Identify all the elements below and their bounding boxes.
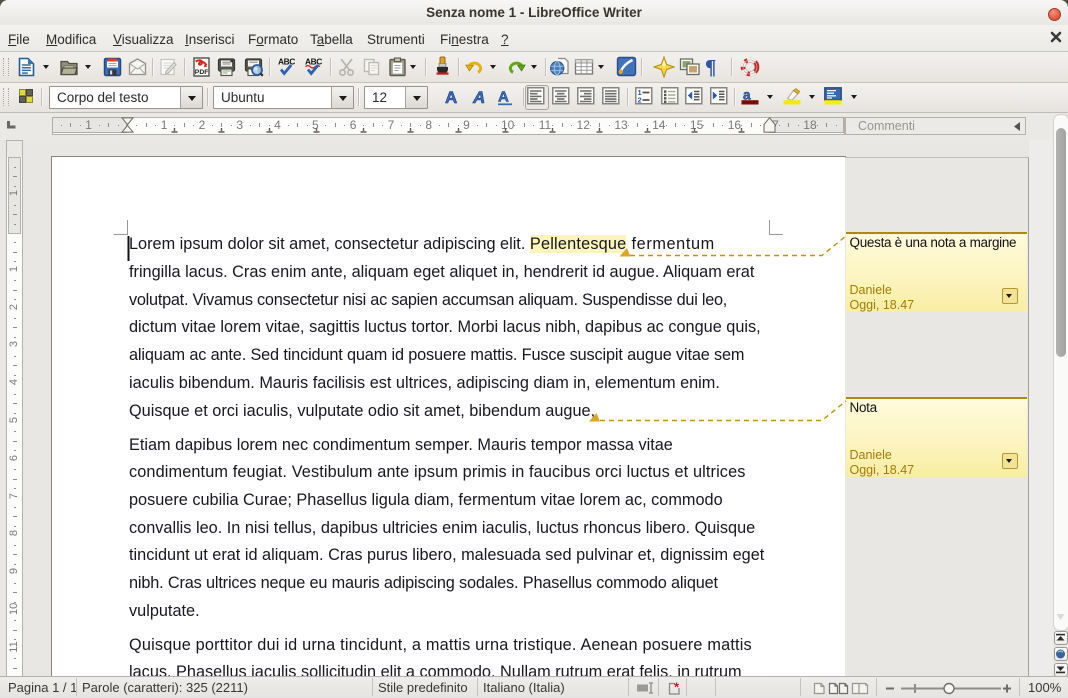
svg-text:2: 2 (638, 96, 642, 105)
svg-text:ABC: ABC (278, 57, 295, 67)
svg-text:¶: ¶ (705, 56, 716, 78)
svg-text:PDF: PDF (195, 69, 209, 76)
svg-text:A: A (498, 89, 509, 106)
svg-text:A: A (445, 88, 457, 107)
svg-text:A: A (472, 88, 485, 107)
